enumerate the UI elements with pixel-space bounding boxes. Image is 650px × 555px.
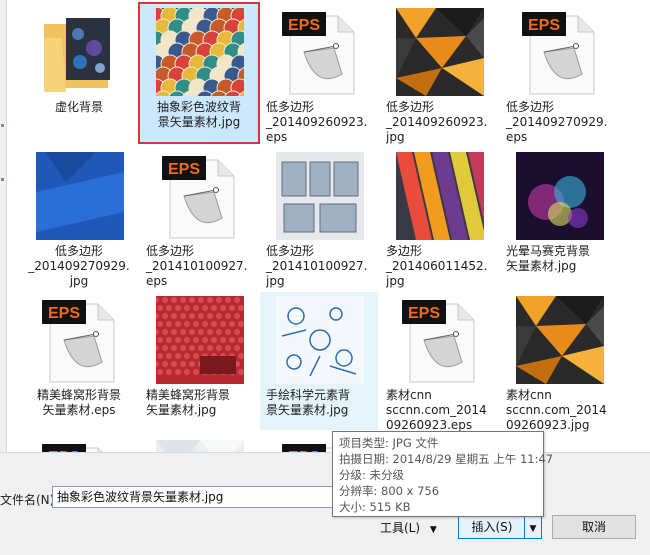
eps-file-icon: EPS <box>516 8 604 96</box>
filename-input[interactable]: 抽象彩色波纹背景矢量素材.jpg <box>52 486 342 508</box>
folder-icon <box>36 8 124 96</box>
tooltip-rating: 分级: 未分级 <box>339 468 405 482</box>
dialog-footer: 文件名(N): 抽象彩色波纹背景矢量素材.jpg 工具(L) ▼ 插入(S) ▼… <box>0 452 650 555</box>
chevron-down-icon: ▼ <box>529 524 537 534</box>
file-item[interactable]: EPS <box>20 436 138 452</box>
image-thumbnail <box>396 8 484 96</box>
file-item[interactable] <box>140 436 258 452</box>
file-name: 低多边形 _201410100927. eps <box>146 244 248 288</box>
file-name: 低多边形 _201409270929. eps <box>506 100 608 144</box>
file-item[interactable]: 低多边形 _201410100927. jpg <box>260 148 378 288</box>
chevron-down-icon: ▼ <box>429 525 437 535</box>
file-item[interactable]: 多边形 _201406011452. jpg <box>380 148 498 288</box>
file-name: 手绘科学元素背 景矢量素材.jpg <box>266 388 351 417</box>
file-item[interactable]: EPS 素材cnn sccnn.com_2014 09260923.eps <box>380 292 498 432</box>
eps-file-icon: EPS <box>276 8 364 96</box>
file-item[interactable]: EPS 低多边形 _201409270929. eps <box>500 4 618 144</box>
file-grid: 虚化背景 抽象彩色波纹背 景矢量素材.jpg EPS 低多边形 _2014092609… <box>0 0 650 452</box>
file-name: 虚化背景 <box>54 100 103 114</box>
insert-options-button[interactable]: ▼ <box>524 515 542 539</box>
svg-text:EPS: EPS <box>408 305 440 322</box>
svg-text:EPS: EPS <box>48 305 80 322</box>
tooltip-resolution: 分辨率: 800 x 756 <box>339 484 440 498</box>
file-name: 低多边形 _201409260923. eps <box>266 100 368 144</box>
tools-label: 工具(L) <box>380 521 421 535</box>
file-item[interactable]: 低多边形 _201409270929. jpg <box>20 148 138 288</box>
file-item[interactable]: EPS 低多边形 _201409260923. eps <box>260 4 378 144</box>
file-item[interactable]: 虚化背景 <box>20 4 138 142</box>
image-thumbnail <box>396 152 484 240</box>
svg-text:EPS: EPS <box>528 17 560 34</box>
tools-menu-button[interactable]: 工具(L) ▼ <box>350 517 442 541</box>
file-name: 素材cnn sccnn.com_2014 09260923.jpg <box>506 388 607 432</box>
svg-text:EPS: EPS <box>288 17 320 34</box>
cancel-button[interactable]: 取消 <box>552 515 636 539</box>
svg-text:EPS: EPS <box>168 161 200 178</box>
eps-file-icon: EPS <box>36 440 124 452</box>
tooltip-date: 拍摄日期: 2014/8/29 星期五 上午 11:47 <box>339 452 554 466</box>
filename-label: 文件名(N): <box>0 493 59 507</box>
file-name: 抽象彩色波纹背 景矢量素材.jpg <box>156 100 241 129</box>
eps-file-icon: EPS <box>156 152 244 240</box>
file-info-tooltip: 项目类型: JPG 文件 拍摄日期: 2014/8/29 星期五 上午 11:4… <box>332 431 554 517</box>
file-item[interactable]: 素材cnn sccnn.com_2014 09260923.jpg <box>500 292 618 432</box>
file-item[interactable]: EPS 精美蜂窝形背景 矢量素材.eps <box>20 292 138 430</box>
image-thumbnail <box>156 296 244 384</box>
image-thumbnail <box>276 152 364 240</box>
file-name: 低多边形 _201409270929. jpg <box>28 244 130 288</box>
file-name: 低多边形 _201410100927. jpg <box>266 244 368 288</box>
eps-file-icon: EPS <box>396 296 484 384</box>
image-thumbnail <box>156 8 244 96</box>
image-thumbnail <box>156 440 244 452</box>
image-thumbnail <box>276 296 364 384</box>
insert-button[interactable]: 插入(S) <box>458 515 526 539</box>
file-item[interactable]: EPS 低多边形 _201410100927. eps <box>140 148 258 288</box>
file-item[interactable]: 抽象彩色波纹背 景矢量素材.jpg <box>138 2 260 144</box>
file-name: 精美蜂窝形背景 矢量素材.jpg <box>146 388 231 417</box>
file-item[interactable]: 低多边形 _201409260923. jpg <box>380 4 498 144</box>
image-thumbnail <box>36 152 124 240</box>
file-item[interactable]: 光晕马赛克背景 矢量素材.jpg <box>500 148 618 286</box>
tooltip-size: 大小: 515 KB <box>339 500 411 514</box>
file-name: 精美蜂窝形背景 矢量素材.eps <box>36 388 121 417</box>
file-name: 光晕马赛克背景 矢量素材.jpg <box>506 244 591 273</box>
image-thumbnail <box>516 296 604 384</box>
file-name: 素材cnn sccnn.com_2014 09260923.eps <box>386 388 487 432</box>
image-thumbnail <box>516 152 604 240</box>
eps-file-icon: EPS <box>36 296 124 384</box>
tooltip-type: 项目类型: JPG 文件 <box>339 436 439 450</box>
file-item[interactable]: 手绘科学元素背 景矢量素材.jpg <box>260 292 378 430</box>
file-name: 低多边形 _201409260923. jpg <box>386 100 488 144</box>
file-item[interactable]: 精美蜂窝形背景 矢量素材.jpg <box>140 292 258 430</box>
file-name: 多边形 _201406011452. jpg <box>386 244 488 288</box>
